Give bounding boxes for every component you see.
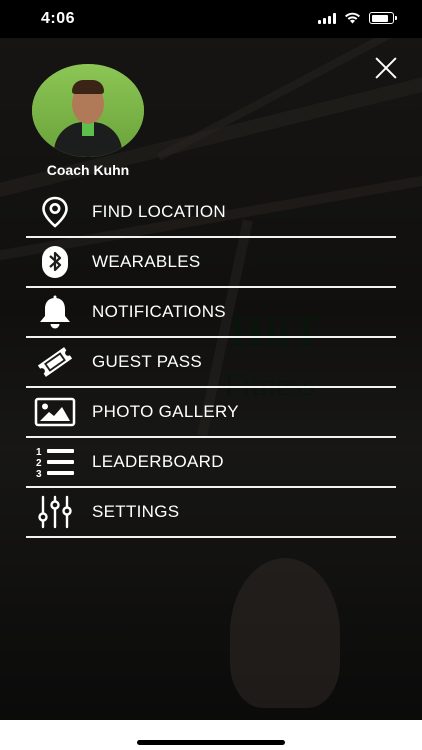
menu-item-label: SETTINGS: [92, 502, 180, 521]
menu-item-settings[interactable]: SETTINGS: [26, 488, 396, 538]
menu-item-label: WEARABLES: [92, 252, 201, 271]
home-indicator[interactable]: [137, 740, 285, 745]
bell-icon: [33, 295, 77, 329]
close-button[interactable]: [372, 54, 400, 82]
location-pin-icon: [33, 195, 77, 229]
status-icons: [318, 12, 397, 24]
menu-item-photo-gallery[interactable]: PHOTO GALLERY: [26, 388, 396, 438]
menu-item-label: LEADERBOARD: [92, 452, 224, 471]
menu-item-label: PHOTO GALLERY: [92, 402, 239, 421]
ticket-icon: [33, 345, 77, 379]
menu-item-label: GUEST PASS: [92, 352, 203, 371]
svg-text:1: 1: [36, 447, 42, 458]
bluetooth-icon: [33, 245, 77, 279]
menu-item-label: FIND LOCATION: [92, 202, 226, 221]
menu-item-label: NOTIFICATIONS: [92, 302, 226, 321]
battery-icon: [369, 12, 397, 24]
avatar[interactable]: [32, 64, 144, 157]
cellular-signal-icon: [318, 12, 336, 24]
image-icon: [33, 395, 77, 429]
menu-item-notifications[interactable]: NOTIFICATIONS: [26, 288, 396, 338]
menu-item-wearables[interactable]: WEARABLES: [26, 238, 396, 288]
wifi-icon: [345, 12, 360, 24]
profile[interactable]: Coach Kuhn: [32, 64, 144, 178]
status-bar: 4:06: [0, 0, 422, 38]
menu-item-leaderboard[interactable]: 1 2 3 LEADERBOARD: [26, 438, 396, 488]
bottom-bar: [0, 720, 422, 750]
svg-text:2: 2: [36, 458, 42, 469]
numbered-list-icon: 1 2 3: [33, 445, 77, 479]
profile-name: Coach Kuhn: [46, 162, 130, 178]
side-menu: FIND LOCATION WEARABLES NOTIFICATIONS GU…: [26, 188, 396, 538]
status-time: 4:06: [41, 10, 76, 27]
sliders-icon: [33, 495, 77, 529]
svg-text:3: 3: [36, 469, 42, 479]
battery-fill: [371, 14, 388, 22]
menu-item-find-location[interactable]: FIND LOCATION: [26, 188, 396, 238]
menu-item-guest-pass[interactable]: GUEST PASS: [26, 338, 396, 388]
